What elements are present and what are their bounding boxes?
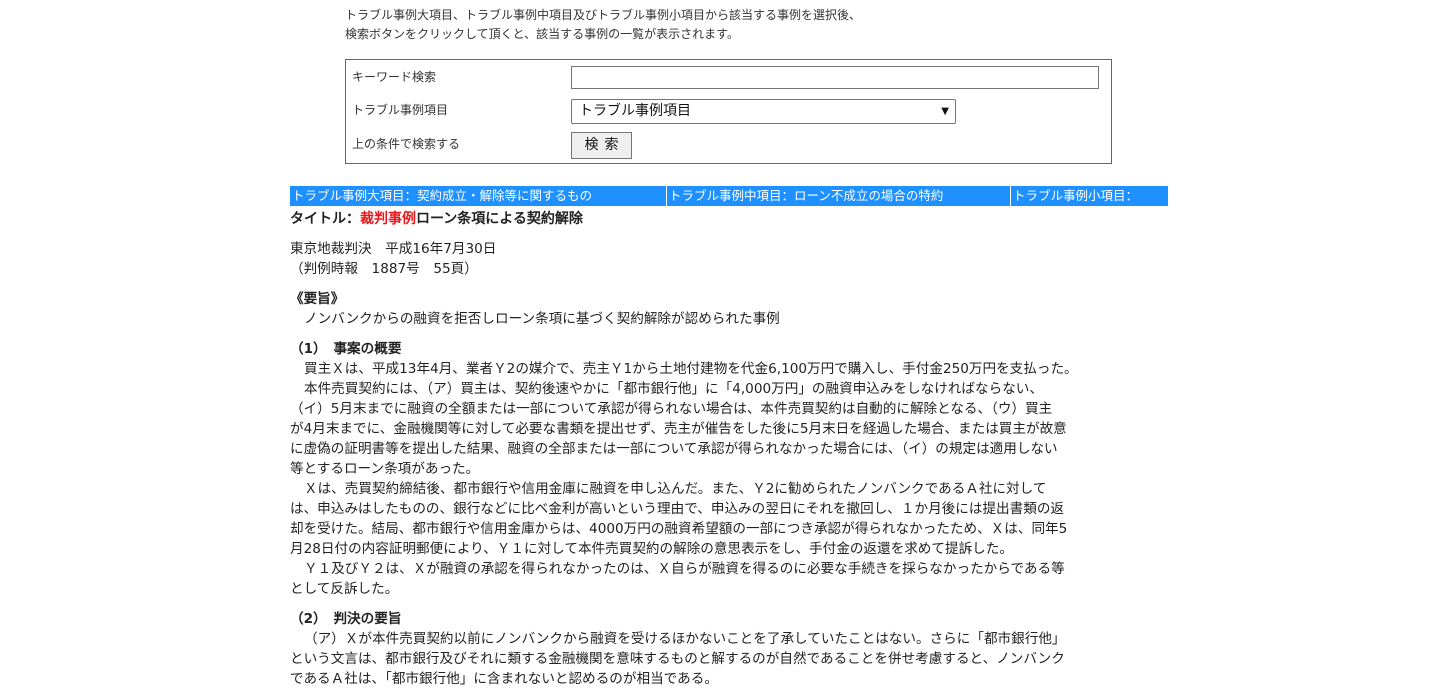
title-main: ローン条項による契約解除 bbox=[416, 211, 583, 227]
title-prefix: タイトル： bbox=[290, 211, 360, 227]
section-1-paragraph: 等とするローン条項があった。 bbox=[290, 461, 480, 477]
section-1-paragraph: 却を受けた。結局、都市銀行や信用金庫からは、4000万円の融資希望額の一部につき… bbox=[290, 521, 1068, 537]
section-2-paragraph: であるＡ社は、「都市銀行他」に含まれないと認めるのが相当である。 bbox=[290, 671, 718, 687]
chevron-down-icon: ▼ bbox=[941, 106, 949, 117]
section-1-paragraph: に虚偽の証明書等を提出した結果、融資の全部または一部について承認が得られなかった… bbox=[290, 441, 1058, 457]
section-1-paragraph: Ｙ１及びＹ２は、Ｘが融資の承認を得られなかったのは、Ｘ自らが融資を得るのに必要な… bbox=[304, 561, 1065, 577]
section-1-paragraph: として反訴した。 bbox=[290, 581, 399, 597]
summary-text: ノンバンクからの融資を拒否しローン条項に基づく契約解除が認められた事例 bbox=[304, 311, 780, 327]
category-bar: トラブル事例大項目：契約成立・解除等に関するもの トラブル事例中項目：ローン不成… bbox=[290, 186, 1168, 206]
search-button[interactable]: 検索 bbox=[571, 132, 632, 159]
summary-block: 《要旨》 ノンバンクからの融資を拒否しローン条項に基づく契約解除が認められた事例 bbox=[290, 289, 1170, 329]
summary-heading: 《要旨》 bbox=[290, 291, 345, 307]
category-large: トラブル事例大項目：契約成立・解除等に関するもの bbox=[292, 188, 593, 203]
page: トラブル事例大項目、トラブル事例中項目及びトラブル事例小項目から該当する事例を選… bbox=[0, 0, 1440, 688]
court-info: 東京地裁判決 平成16年7月30日 （判例時報 1887号 55頁） bbox=[290, 239, 1170, 279]
keyword-label: キーワード検索 bbox=[352, 70, 437, 84]
section-1-heading: （1） 事案の概要 bbox=[290, 341, 402, 357]
intro-line-1: トラブル事例大項目、トラブル事例中項目及びトラブル事例小項目から該当する事例を選… bbox=[345, 8, 862, 22]
reference-line: （判例時報 1887号 55頁） bbox=[290, 261, 478, 277]
intro-line-2: 検索ボタンをクリックして頂くと、該当する事例の一覧が表示されます。 bbox=[345, 27, 739, 41]
section-1-paragraph: は、申込みはしたものの、銀行などに比べ金利が高いという理由で、申込みの翌日にそれ… bbox=[290, 501, 1065, 517]
category-select[interactable]: トラブル事例項目 ▼ bbox=[571, 99, 956, 124]
submit-label: 上の条件で検索する bbox=[352, 137, 461, 151]
section-1-paragraph: 買主Ｘは、平成13年4月、業者Ｙ2の媒介で、売主Ｙ1から土地付建物を代金6,10… bbox=[304, 361, 1078, 377]
article-title: タイトル：裁判事例ローン条項による契約解除 bbox=[290, 208, 1170, 230]
court-line: 東京地裁判決 平成16年7月30日 bbox=[290, 241, 497, 257]
section-1-paragraph: 本件売買契約には、（ア）買主は、契約後速やかに「都市銀行他」に「4,000万円」… bbox=[304, 381, 1043, 397]
section-1-paragraph: Ｘは、売買契約締結後、都市銀行や信用金庫に融資を申し込んだ。また、Ｙ2に勧められ… bbox=[304, 481, 1047, 497]
category-medium: トラブル事例中項目：ローン不成立の場合の特約 bbox=[666, 186, 1010, 206]
section-2-paragraph: （ア）Ｘが本件売買契約以前にノンバンクから融資を受けるほかないことを了承していた… bbox=[304, 631, 1066, 647]
title-tag: 裁判事例 bbox=[360, 211, 416, 227]
section-1-paragraph: 月28日付の内容証明郵便により、Ｙ１に対して本件売買契約の解除の意思表示をし、手… bbox=[290, 541, 1013, 557]
search-form: キーワード検索 トラブル事例項目 トラブル事例項目 ▼ 上の条件で検索する 検索 bbox=[345, 59, 1112, 164]
category-small: トラブル事例小項目： bbox=[1010, 186, 1168, 206]
section-1-paragraph: （イ）5月末までに融資の全額または一部について承認が得られない場合は、本件売買契… bbox=[290, 401, 1053, 417]
section-1-paragraph: が4月末までに、金融機関等に対して必要な書類を提出せず、売主が催告をした後に5月… bbox=[290, 421, 1067, 437]
keyword-input[interactable] bbox=[571, 66, 1099, 89]
section-2-paragraph: という文言は、都市銀行及びそれに類する金融機関を意味するものと解するのが自然であ… bbox=[290, 651, 1065, 667]
article: タイトル：裁判事例ローン条項による契約解除 東京地裁判決 平成16年7月30日 … bbox=[290, 208, 1170, 689]
intro-text: トラブル事例大項目、トラブル事例中項目及びトラブル事例小項目から該当する事例を選… bbox=[345, 6, 1145, 44]
section-1: （1） 事案の概要 買主Ｘは、平成13年4月、業者Ｙ2の媒介で、売主Ｙ1から土地… bbox=[290, 339, 1170, 599]
section-2: （2） 判決の要旨 （ア）Ｘが本件売買契約以前にノンバンクから融資を受けるほかな… bbox=[290, 609, 1170, 689]
section-2-heading: （2） 判決の要旨 bbox=[290, 611, 402, 627]
category-select-value: トラブル事例項目 bbox=[579, 103, 691, 119]
category-label: トラブル事例項目 bbox=[352, 103, 449, 117]
